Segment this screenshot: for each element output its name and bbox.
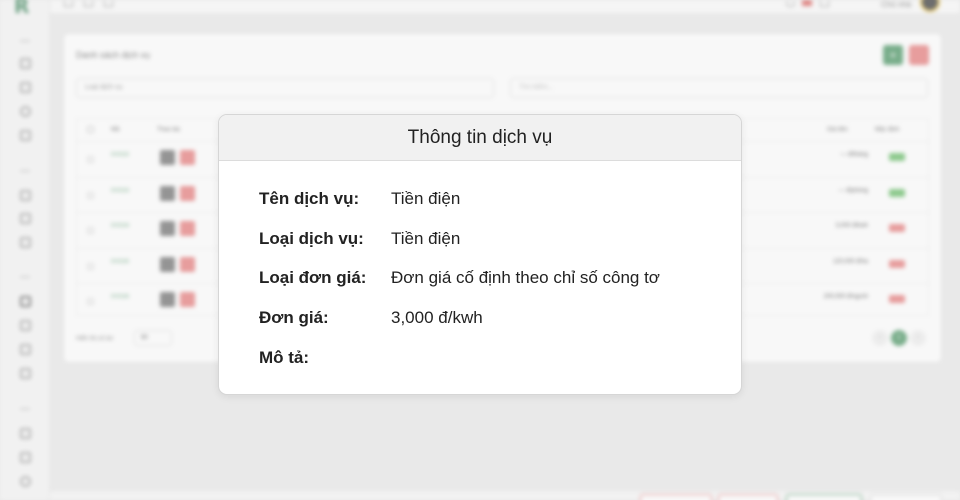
pricing-type-value: Đơn giá cố định theo chỉ số công tơ — [391, 268, 660, 287]
unit-price-value: 3,000 đ/kwh — [391, 308, 483, 327]
service-name-label: Tên dịch vụ: — [259, 189, 360, 208]
service-info-modal: Thông tin dịch vụ Tên dịch vụ: Tiền điện… — [218, 114, 742, 395]
description-label: Mô tả: — [259, 348, 310, 367]
modal-title: Thông tin dịch vụ — [219, 115, 741, 161]
service-type-value: Tiền điện — [391, 229, 461, 248]
service-name-value: Tiền điện — [391, 189, 461, 208]
pricing-type-label: Loại đơn giá: — [259, 268, 367, 287]
service-type-label: Loại dịch vụ: — [259, 229, 364, 248]
unit-price-label: Đơn giá: — [259, 308, 329, 327]
